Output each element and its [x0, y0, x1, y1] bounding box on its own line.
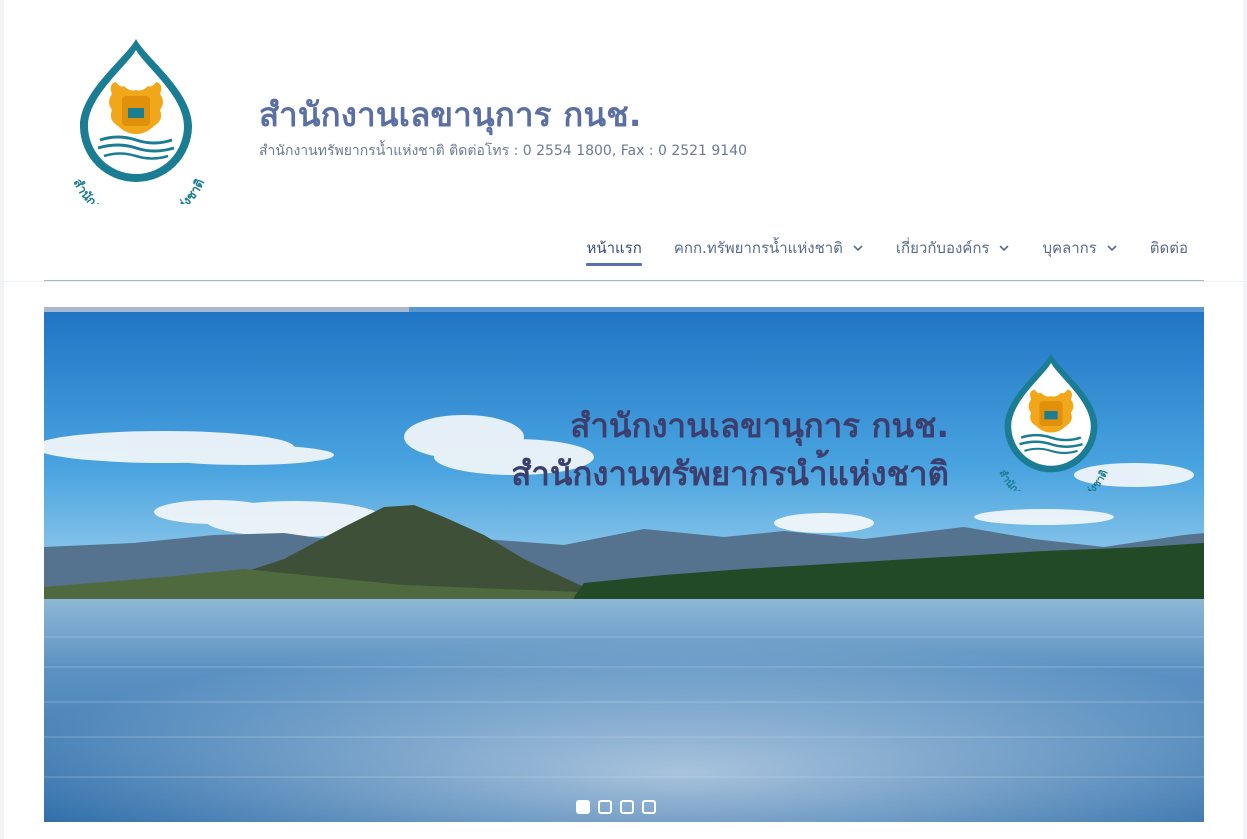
- slider-dot-4[interactable]: [642, 800, 656, 814]
- site-description: สำนักงานทรัพยากรน้ำแห่งชาติ ติดต่อโทร : …: [259, 143, 748, 159]
- slider-dot-3[interactable]: [620, 800, 634, 814]
- nav-item-label: คกก.ทรัพยากรน้ำแห่งชาติ: [673, 239, 843, 257]
- nav-item-label: เกี่ยวกับองค์กร: [895, 239, 990, 257]
- banner-heading: สำนักงานเลขานุการ กนช.: [570, 406, 949, 445]
- site-logo: สำนักงานทรัพยากรน้ำแห่งชาติ: [71, 39, 207, 204]
- slider-progress-track: [44, 307, 1204, 312]
- nav-item-committee[interactable]: คกก.ทรัพยากรน้ำแห่งชาติ: [674, 230, 864, 266]
- nav-item-label: หน้าแรก: [586, 239, 642, 257]
- chevron-down-icon: [999, 245, 1010, 252]
- slider-dot-2[interactable]: [598, 800, 612, 814]
- header-divider: [0, 281, 1247, 282]
- slider-pagination: [576, 800, 656, 814]
- nav-item-label: บุคลากร: [1042, 239, 1097, 257]
- nav-item-about[interactable]: เกี่ยวกับองค์กร: [896, 230, 1011, 266]
- site-title[interactable]: สำนักงานเลขานุการ กนช.: [259, 88, 642, 141]
- slider-progress-fill: [44, 307, 410, 312]
- nav-item-contact[interactable]: ติดต่อ: [1150, 230, 1188, 266]
- main-nav: หน้าแรก คกก.ทรัพยากรน้ำแห่งชาติ เกี่ยวกั…: [554, 230, 1188, 266]
- chevron-down-icon: [1107, 245, 1117, 252]
- slider-dot-1[interactable]: [576, 800, 590, 814]
- banner-logo: สำนักงานทรัพยากรน้ำแห่งชาติ: [996, 353, 1111, 491]
- nav-item-personnel[interactable]: บุคลากร: [1042, 230, 1117, 266]
- nav-item-home[interactable]: หน้าแรก: [586, 230, 643, 266]
- page-edge-right: [1243, 0, 1247, 839]
- nav-item-label: ติดต่อ: [1149, 239, 1188, 257]
- page-edge-left: [0, 0, 4, 839]
- hero-slider[interactable]: สำนักงานเลขานุการ กนช. สำนักงานทรัพยากรน…: [44, 307, 1204, 822]
- chevron-down-icon: [853, 245, 863, 252]
- banner-subheading: สำนักงานทรัพยากรนำ้แห่งชาติ: [511, 454, 949, 493]
